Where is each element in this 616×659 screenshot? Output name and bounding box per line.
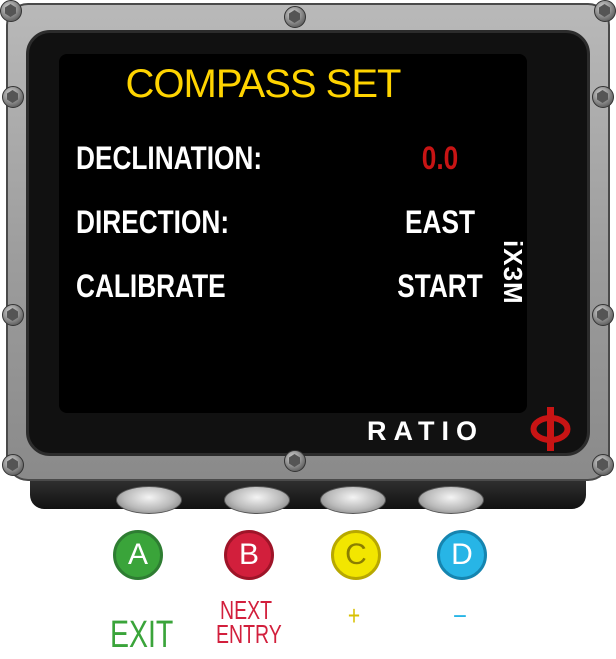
model-name: iX3M xyxy=(498,240,528,305)
button-d-badge: D xyxy=(437,530,487,580)
button-b-knob[interactable] xyxy=(224,486,290,514)
screw-icon xyxy=(0,0,22,22)
button-a-knob[interactable] xyxy=(116,486,182,514)
button-c-badge: C xyxy=(331,530,381,580)
screen-title: COMPASS SET xyxy=(125,62,402,106)
screw-icon xyxy=(2,454,24,476)
declination-value[interactable]: 0.0 xyxy=(358,140,522,177)
minus-label: – xyxy=(454,598,466,629)
device-base xyxy=(30,481,586,509)
phi-logo-icon xyxy=(530,407,571,451)
button-d-knob[interactable] xyxy=(418,486,484,514)
screw-icon xyxy=(284,450,306,472)
button-a-badge: A xyxy=(113,530,163,580)
screw-icon xyxy=(592,86,614,108)
exit-label: EXIT xyxy=(110,614,174,656)
button-c-knob[interactable] xyxy=(320,486,386,514)
screw-icon xyxy=(284,6,306,28)
direction-value[interactable]: EAST xyxy=(358,204,522,241)
screw-icon xyxy=(592,454,614,476)
screw-icon xyxy=(594,0,616,22)
next-entry-label: NEXT ENTRY xyxy=(216,597,282,649)
declination-label: DECLINATION: xyxy=(76,140,263,176)
plus-label: + xyxy=(347,600,361,631)
button-b-badge: B xyxy=(224,530,274,580)
screw-icon xyxy=(2,86,24,108)
screw-icon xyxy=(592,304,614,326)
entry-label: ENTRY xyxy=(216,619,282,649)
direction-label: DIRECTION: xyxy=(76,204,230,240)
screw-icon xyxy=(2,304,24,326)
calibrate-label: CALIBRATE xyxy=(76,268,226,304)
brand-name: RATIO xyxy=(367,416,484,446)
